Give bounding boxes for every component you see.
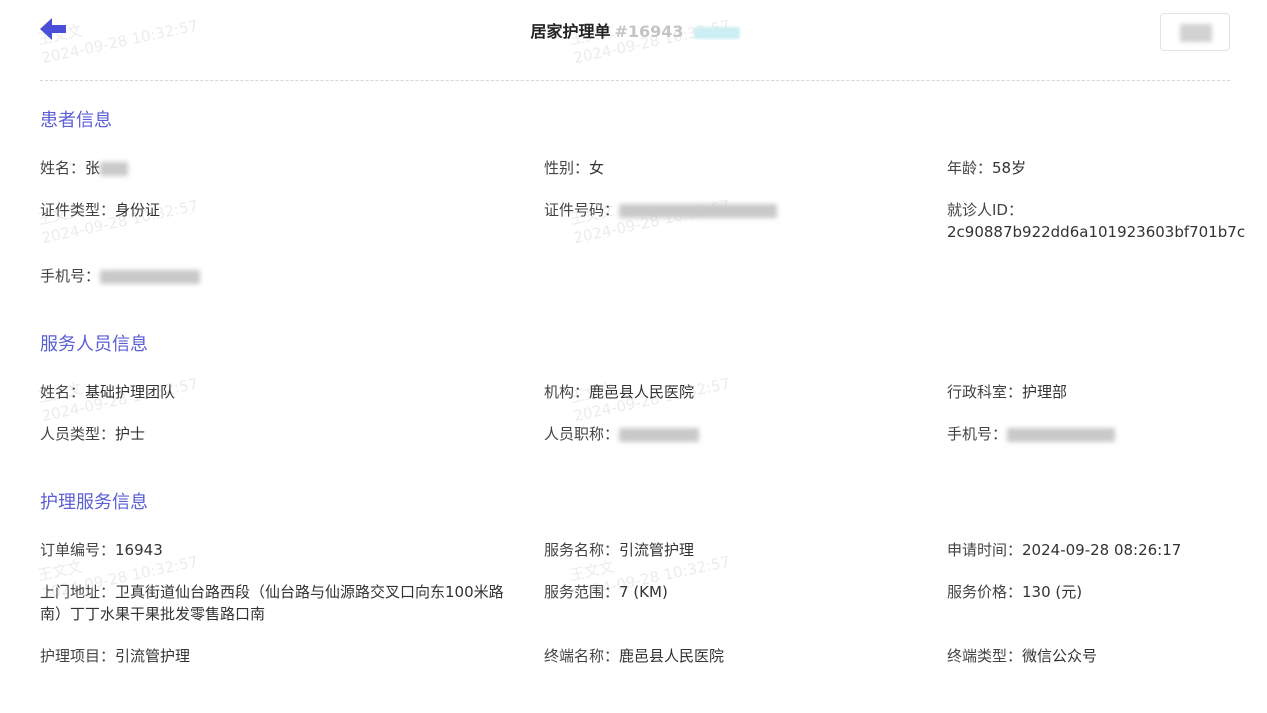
redacted-value (1007, 427, 1116, 442)
service-price: 服务价格：130 (元) (947, 583, 1083, 601)
staff-dept: 行政科室：护理部 (947, 383, 1068, 401)
page-title: 居家护理单 #16943 (40, 18, 1230, 42)
staff-title: 人员职称： (544, 423, 700, 445)
patient-id-number: 证件号码： (544, 199, 778, 221)
service-item: 护理项目：引流管护理 (40, 647, 191, 665)
patient-gender: 性别：女 (544, 159, 605, 177)
service-address: 上门地址：卫真街道仙台路西段（仙台路与仙源路交叉口向东100米路南）丁丁水果干果… (40, 583, 504, 623)
redacted-value (100, 161, 129, 176)
staff-type: 人员类型：护士 (40, 425, 146, 443)
service-terminal-name: 终端名称：鹿邑县人民医院 (544, 647, 725, 665)
section-title-service: 护理服务信息 (40, 492, 148, 513)
patient-id-type: 证件类型：身份证 (40, 201, 161, 219)
redacted-value (100, 269, 201, 284)
staff-name: 姓名：基础护理团队 (40, 383, 176, 401)
button-label-redacted (1180, 24, 1212, 42)
staff-org: 机构：鹿邑县人民医院 (544, 383, 695, 401)
section-title-patient: 患者信息 (40, 110, 112, 131)
order-number: #16943 (614, 22, 684, 41)
status-badge (693, 26, 740, 39)
patient-name: 姓名：张 (40, 157, 129, 179)
staff-phone: 手机号： (947, 423, 1116, 445)
page-header: 居家护理单 #16943 (40, 0, 1230, 81)
service-range: 服务范围：7 (KM) (544, 583, 668, 601)
patient-visitor-id: 就诊人ID： 2c90887b922dd6a101923603bf701b7c (947, 201, 1246, 241)
patient-phone: 手机号： (40, 265, 201, 287)
service-order-no: 订单编号：16943 (40, 541, 163, 559)
patient-age: 年龄：58岁 (947, 159, 1027, 177)
service-name: 服务名称：引流管护理 (544, 541, 695, 559)
redacted-value (619, 427, 700, 442)
redacted-value (619, 203, 778, 218)
service-terminal-type: 终端类型：微信公众号 (947, 647, 1098, 665)
title-text: 居家护理单 (530, 22, 611, 41)
action-button[interactable] (1160, 13, 1230, 51)
section-title-staff: 服务人员信息 (40, 334, 148, 355)
service-apply-time: 申请时间：2024-09-28 08:26:17 (947, 541, 1182, 559)
